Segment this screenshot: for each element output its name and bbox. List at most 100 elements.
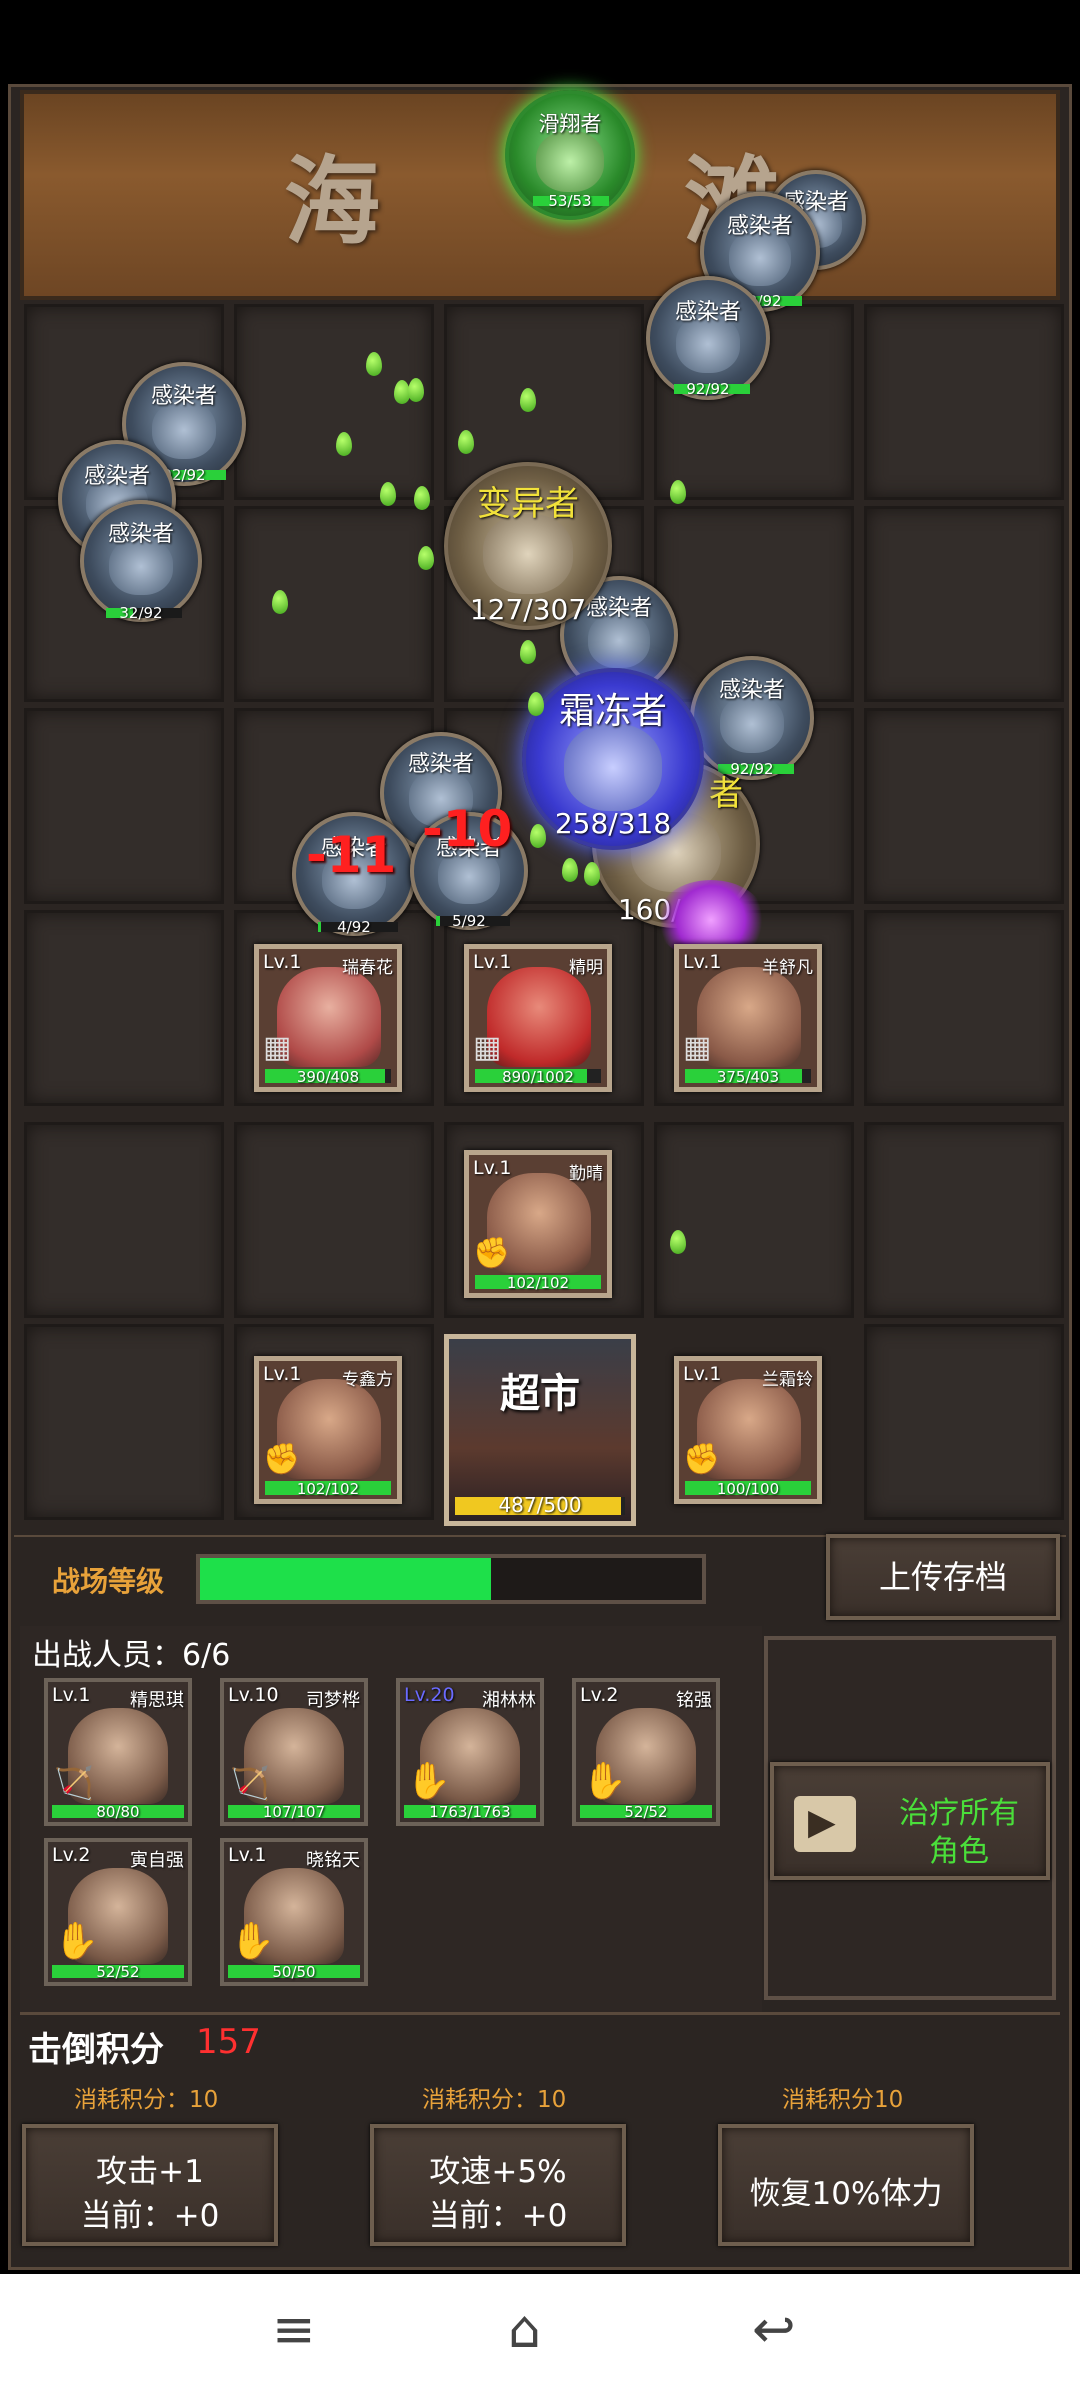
battle-level-label: 战场等级 [52, 1565, 165, 1598]
glove-weapon-icon: ✊ [263, 1442, 301, 1477]
roster-card[interactable]: Lv.1 晓铭天 ✋ 50/50 [220, 1838, 368, 1986]
infected-enemy-token[interactable]: 感染者 32/92 [80, 500, 202, 622]
upgrade-cost: 消耗积分：10 [422, 2087, 567, 2113]
hero-card[interactable]: Lv.1 瑞春花 ▦ 390/408 [254, 944, 402, 1092]
upgrade-current: 当前：+0 [80, 2198, 220, 2234]
grid-cell [24, 910, 224, 1106]
enemy-name: 感染者 [83, 464, 150, 489]
grid-cell [864, 910, 1064, 1106]
roster-card[interactable]: Lv.2 铭强 ✋ 52/52 [572, 1678, 720, 1826]
roster-hp-text: 1763/1763 [429, 1803, 511, 1821]
hero-name: 专鑫方 [342, 1370, 393, 1390]
hero-hp-text: 890/1002 [502, 1068, 574, 1086]
hero-card[interactable]: Lv.1 羊舒凡 ▦ 375/403 [674, 944, 822, 1092]
upgrade-cost: 消耗积分10 [782, 2087, 904, 2113]
upload-save-button[interactable]: 上传存档 [826, 1534, 1060, 1620]
xp-gem-icon [408, 378, 424, 402]
roster-hp-text: 52/52 [624, 1803, 668, 1821]
home-icon[interactable]: ⌂ [508, 2300, 541, 2360]
roster-level: Lv.2 [580, 1684, 619, 1706]
roster-card[interactable]: Lv.1 精思琪 🏹 80/80 [44, 1678, 192, 1826]
enemy-hp-text: 32/92 [119, 604, 163, 622]
damage-number: -11 [306, 826, 397, 884]
enemy-name: 感染者 [107, 522, 174, 547]
upgrade-title: 恢复10%体力 [749, 2176, 943, 2212]
heal-all-button[interactable]: ▶ 治疗所有 角色 [770, 1762, 1050, 1880]
heal-label-line2: 角色 [929, 1834, 989, 1869]
enemy-hp-text: 127/307 [469, 593, 587, 626]
grid-cell [654, 1122, 854, 1318]
roster-name: 晓铭天 [306, 1850, 360, 1871]
roster-card[interactable]: Lv.20 湘林林 ✋ 1763/1763 [396, 1678, 544, 1826]
glove-weapon-icon: ✋ [54, 1921, 99, 1962]
video-ad-icon: ▶ [794, 1796, 856, 1852]
menu-icon[interactable]: ≡ [272, 2300, 316, 2360]
supermarket-base[interactable]: 超市 487/500 [444, 1334, 636, 1526]
infected-enemy-token[interactable]: 感染者 92/92 [690, 656, 814, 780]
battle-level-progress [196, 1554, 706, 1604]
upgrade-current: 当前：+0 [428, 2198, 568, 2234]
score-value: 157 [196, 2022, 261, 2062]
glove-weapon-icon: ✋ [582, 1761, 627, 1802]
xp-gem-icon [670, 1230, 686, 1254]
hero-portrait [487, 967, 591, 1067]
hero-level: Lv.1 [473, 951, 512, 973]
roster-level: Lv.1 [52, 1684, 91, 1706]
xp-gem-icon [530, 824, 546, 848]
xp-gem-icon [458, 430, 474, 454]
hero-card[interactable]: Lv.1 勤晴 ✊ 102/102 [464, 1150, 612, 1298]
grid-cell [864, 506, 1064, 702]
net-weapon-icon: ▦ [473, 1030, 502, 1065]
roster-level: Lv.1 [228, 1844, 267, 1866]
mutant-enemy-token[interactable]: 变异者 127/307 [444, 462, 612, 630]
glider-boss-token[interactable]: 滑翔者 53/53 [505, 90, 635, 220]
base-label: 超市 [500, 1371, 580, 1417]
hero-card[interactable]: Lv.1 兰霜铃 ✊ 100/100 [674, 1356, 822, 1504]
grid-cell [24, 1324, 224, 1520]
base-hp-text: 487/500 [498, 1493, 582, 1517]
frost-enemy-token[interactable]: 霜冻者 258/318 [522, 668, 704, 850]
xp-gem-icon [520, 640, 536, 664]
enemy-name: 感染者 [150, 384, 217, 409]
hero-hp-text: 390/408 [296, 1068, 360, 1086]
hero-card[interactable]: Lv.1 专鑫方 ✊ 102/102 [254, 1356, 402, 1504]
hero-card[interactable]: Lv.1 精明 ▦ 890/1002 [464, 944, 612, 1092]
grid-cell [234, 506, 434, 702]
xp-gem-icon [562, 858, 578, 882]
xp-gem-icon [528, 692, 544, 716]
roster-name: 铭强 [676, 1690, 712, 1711]
hero-level: Lv.1 [263, 951, 302, 973]
glove-weapon-icon: ✋ [406, 1761, 451, 1802]
roster-card[interactable]: Lv.10 司梦桦 🏹 107/107 [220, 1678, 368, 1826]
enemy-name: 滑翔者 [538, 112, 602, 136]
hero-level: Lv.1 [473, 1157, 512, 1179]
net-weapon-icon: ▦ [263, 1030, 292, 1065]
enemy-name: 霜冻者 [558, 691, 667, 732]
zombie-face-icon [535, 130, 605, 192]
roster-hp-text: 52/52 [96, 1963, 140, 1981]
roster-hp-text: 80/80 [96, 1803, 140, 1821]
hero-level: Lv.1 [683, 951, 722, 973]
grid-cell [234, 1122, 434, 1318]
enemy-name: 感染者 [726, 214, 793, 239]
xp-gem-icon [414, 486, 430, 510]
upgrade-title: 攻速+5% [429, 2154, 567, 2190]
enemy-hp-text: 5/92 [452, 912, 486, 930]
attack-upgrade-button[interactable]: 攻击+1 当前：+0 [22, 2124, 278, 2246]
roster-card[interactable]: Lv.2 寅自强 ✋ 52/52 [44, 1838, 192, 1986]
xp-gem-icon [584, 862, 600, 886]
infected-enemy-token[interactable]: 感染者 92/92 [646, 276, 770, 400]
net-weapon-icon: ▦ [683, 1030, 712, 1065]
hero-hp-text: 100/100 [716, 1480, 780, 1498]
grid-cell [864, 1122, 1064, 1318]
score-label: 击倒积分 [28, 2030, 164, 2070]
enemy-hp-text: 258/318 [554, 807, 672, 840]
hero-hp-text: 102/102 [506, 1274, 570, 1292]
xp-gem-icon [670, 480, 686, 504]
restore-stamina-button[interactable]: 恢复10%体力 [718, 2124, 974, 2246]
attack-speed-upgrade-button[interactable]: 攻速+5% 当前：+0 [370, 2124, 626, 2246]
hero-portrait [697, 967, 801, 1067]
grid-cell [24, 708, 224, 904]
grid-cell [864, 1324, 1064, 1520]
back-icon[interactable]: ↩ [752, 2300, 796, 2360]
